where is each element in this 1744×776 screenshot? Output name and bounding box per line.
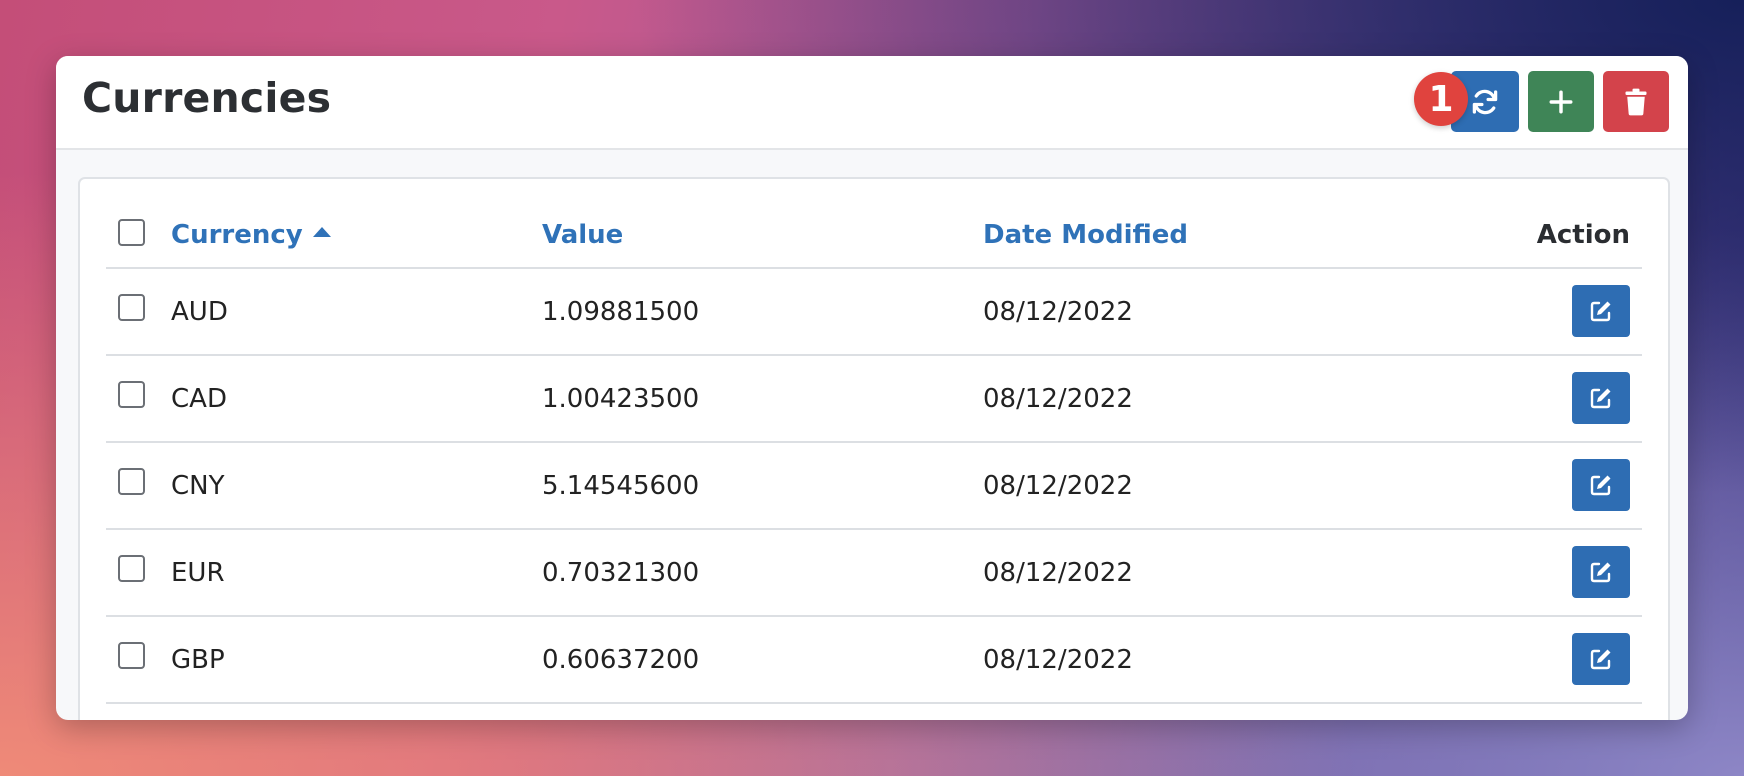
trash-icon bbox=[1625, 88, 1647, 115]
table-row: CNY 5.14545600 08/12/2022 bbox=[106, 443, 1642, 530]
card-header: Currencies 1 bbox=[56, 56, 1688, 150]
step-badge: 1 bbox=[1414, 72, 1468, 126]
row-checkbox[interactable] bbox=[118, 294, 145, 321]
edit-icon bbox=[1590, 301, 1611, 322]
edit-button[interactable] bbox=[1572, 546, 1630, 598]
cell-value: 1.00423500 bbox=[542, 384, 700, 414]
page-title: Currencies bbox=[82, 74, 332, 122]
row-checkbox[interactable] bbox=[118, 468, 145, 495]
edit-button[interactable] bbox=[1572, 372, 1630, 424]
column-header-currency[interactable]: Currency bbox=[171, 220, 331, 250]
edit-button[interactable] bbox=[1572, 633, 1630, 685]
cell-currency: CAD bbox=[171, 384, 227, 414]
table-row: CAD 1.00423500 08/12/2022 bbox=[106, 356, 1642, 443]
toolbar bbox=[1451, 71, 1669, 132]
row-checkbox[interactable] bbox=[118, 555, 145, 582]
currencies-card: Currencies 1 Currency Value Date Modifie… bbox=[56, 56, 1688, 720]
cell-value: 0.60637200 bbox=[542, 645, 700, 675]
table-row: EUR 0.70321300 08/12/2022 bbox=[106, 530, 1642, 617]
column-header-action: Action bbox=[1536, 220, 1630, 250]
cell-date-modified: 08/12/2022 bbox=[983, 645, 1133, 675]
edit-icon bbox=[1590, 475, 1611, 496]
edit-icon bbox=[1590, 388, 1611, 409]
row-checkbox[interactable] bbox=[118, 381, 145, 408]
edit-button[interactable] bbox=[1572, 459, 1630, 511]
plus-icon bbox=[1549, 90, 1573, 113]
currency-table: Currency Value Date Modified Action AUD … bbox=[78, 177, 1670, 720]
row-checkbox[interactable] bbox=[118, 642, 145, 669]
column-header-date-modified[interactable]: Date Modified bbox=[983, 220, 1188, 250]
table-header-row: Currency Value Date Modified Action bbox=[106, 179, 1642, 269]
add-button[interactable] bbox=[1528, 71, 1594, 132]
cell-currency: CNY bbox=[171, 471, 225, 501]
delete-button[interactable] bbox=[1603, 71, 1669, 132]
table-row: GBP 0.60637200 08/12/2022 bbox=[106, 617, 1642, 704]
column-header-value[interactable]: Value bbox=[542, 220, 623, 250]
refresh-icon bbox=[1472, 89, 1498, 114]
cell-currency: GBP bbox=[171, 645, 225, 675]
sort-ascending-icon bbox=[312, 227, 331, 237]
cell-date-modified: 08/12/2022 bbox=[983, 384, 1133, 414]
select-all-checkbox[interactable] bbox=[118, 219, 145, 246]
cell-currency: AUD bbox=[171, 297, 228, 327]
cell-currency: EUR bbox=[171, 558, 225, 588]
cell-date-modified: 08/12/2022 bbox=[983, 471, 1133, 501]
cell-value: 1.09881500 bbox=[542, 297, 700, 327]
cell-value: 5.14545600 bbox=[542, 471, 700, 501]
edit-icon bbox=[1590, 562, 1611, 583]
edit-icon bbox=[1590, 649, 1611, 670]
table-row: AUD 1.09881500 08/12/2022 bbox=[106, 269, 1642, 356]
cell-date-modified: 08/12/2022 bbox=[983, 297, 1133, 327]
edit-button[interactable] bbox=[1572, 285, 1630, 337]
cell-date-modified: 08/12/2022 bbox=[983, 558, 1133, 588]
cell-value: 0.70321300 bbox=[542, 558, 700, 588]
